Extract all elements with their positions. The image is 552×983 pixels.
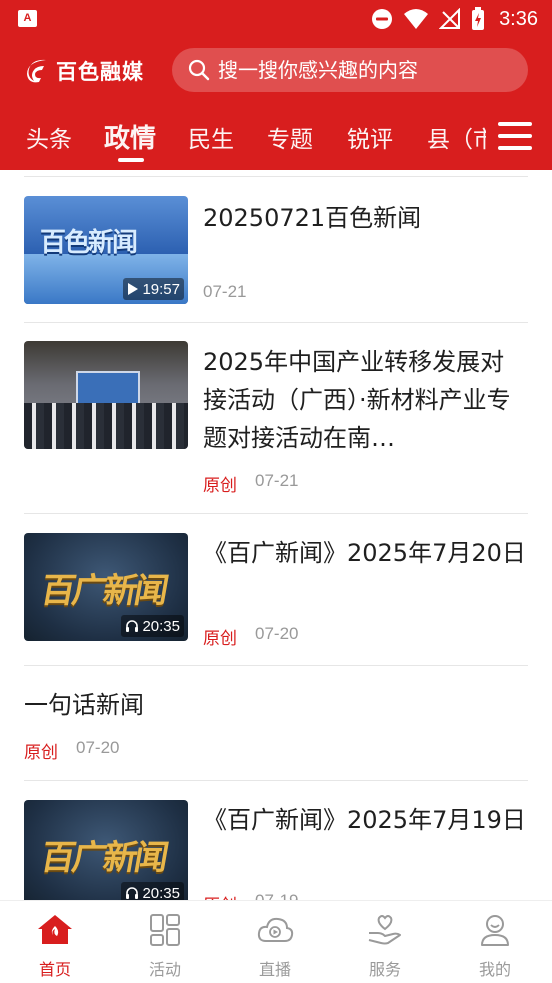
news-item[interactable]: 百广新闻 20:35 《百广新闻》2025年7月19日 原创 07-19 (0, 781, 552, 900)
video-duration: 19:57 (123, 278, 184, 300)
news-title[interactable]: 2025年中国产业转移发展对接活动（广西）·新材料产业专题对接活动在南… (203, 343, 528, 457)
nav-label: 活动 (148, 960, 181, 979)
headphones-icon (126, 620, 139, 632)
news-item[interactable]: 2025年中国产业转移发展对接活动（广西）·新材料产业专题对接活动在南… 原创 … (0, 323, 552, 514)
search-input[interactable] (218, 58, 518, 82)
news-title[interactable]: 20250721百色新闻 (203, 199, 528, 237)
home-icon (38, 915, 72, 944)
duration-text: 20:35 (142, 884, 180, 901)
channel-menu-button[interactable] (498, 122, 532, 150)
news-item[interactable]: 百色新闻 19:57 20250721百色新闻 07-21 (0, 177, 552, 323)
nav-services[interactable]: 服务 (330, 901, 440, 983)
news-thumbnail: 百色新闻 19:57 (24, 196, 188, 304)
news-feed: 百色新闻 19:57 20250721百色新闻 07-21 2025年中国产业转… (0, 170, 552, 900)
search-icon (188, 59, 210, 81)
no-signal-icon (439, 8, 461, 29)
news-title[interactable]: 《百广新闻》2025年7月19日 (203, 801, 528, 839)
tab-politics[interactable]: 政情 (104, 118, 156, 155)
news-thumbnail (24, 341, 188, 449)
heart-hand-icon (368, 915, 401, 945)
news-meta: 07-21 (203, 282, 246, 302)
live-cloud-icon (257, 917, 294, 942)
nav-label: 首页 (38, 960, 71, 979)
channel-list: 头条 政情 民生 专题 锐评 县（市 (0, 108, 486, 164)
notification-app-icon: A (18, 10, 37, 27)
original-tag: 原创 (24, 743, 58, 763)
news-meta: 原创 07-21 (203, 471, 298, 496)
original-tag: 原创 (203, 476, 237, 496)
news-date: 07-20 (255, 624, 299, 643)
do-not-disturb-icon (372, 9, 393, 29)
nav-home[interactable]: 首页 (0, 901, 110, 983)
news-thumbnail: 百广新闻 20:35 (24, 533, 188, 641)
battery-charging-icon (472, 7, 485, 30)
brand-name: 百色融媒 (56, 60, 144, 84)
duration-text: 20:35 (142, 617, 180, 635)
tab-topics[interactable]: 专题 (267, 120, 313, 154)
user-icon (481, 915, 509, 946)
active-tab-indicator (118, 158, 144, 162)
news-title[interactable]: 《百广新闻》2025年7月20日 (203, 534, 528, 572)
original-tag: 原创 (203, 891, 237, 900)
nav-label: 服务 (368, 960, 401, 979)
original-tag: 原创 (203, 629, 237, 649)
audio-duration: 20:35 (121, 615, 184, 637)
status-bar: A 3:36 (0, 0, 552, 38)
nav-label: 我的 (478, 960, 511, 979)
thumbnail-title: 百色新闻 (40, 228, 138, 258)
nav-profile[interactable]: 我的 (440, 901, 550, 983)
tab-livelihood[interactable]: 民生 (188, 120, 234, 154)
nav-live[interactable]: 直播 (220, 901, 330, 983)
news-meta: 原创 07-19 (203, 891, 298, 900)
news-date: 07-21 (203, 282, 247, 301)
news-date: 07-19 (255, 891, 298, 900)
play-icon (128, 283, 139, 295)
bottom-navigation: 首页 活动 直播 服务 我的 (0, 900, 552, 983)
news-meta: 原创 07-20 (203, 624, 298, 649)
news-meta: 原创 07-20 (24, 738, 119, 763)
thumbnail-title: 百广新闻 (37, 838, 169, 878)
audio-duration: 20:35 (121, 882, 184, 900)
news-item[interactable]: 一句话新闻 原创 07-20 (0, 666, 552, 781)
nav-activities[interactable]: 活动 (110, 901, 220, 983)
news-title[interactable]: 一句话新闻 (24, 686, 528, 724)
headphones-icon (126, 887, 139, 899)
tab-counties[interactable]: 县（市 (427, 120, 486, 154)
tab-headlines[interactable]: 头条 (26, 120, 72, 154)
brand-logo: 百色融媒 (24, 55, 144, 87)
status-icons: 3:36 (371, 6, 538, 32)
logo-icon (27, 59, 46, 83)
search-bar[interactable] (172, 48, 528, 92)
news-date: 07-20 (76, 738, 120, 757)
nav-label: 直播 (258, 960, 291, 979)
news-date: 07-21 (255, 471, 299, 490)
news-thumbnail: 百广新闻 20:35 (24, 800, 188, 900)
tab-commentary[interactable]: 锐评 (347, 120, 393, 154)
wifi-icon (404, 9, 429, 29)
channel-tabs: 头条 政情 民生 专题 锐评 县（市 (0, 108, 552, 164)
clock: 3:36 (499, 7, 538, 30)
app-header: A 3:36 百色融媒 头条 政情 民生 专题 锐评 县（市 (0, 0, 552, 170)
thumbnail-title: 百广新闻 (37, 571, 169, 611)
grid-icon (150, 914, 180, 946)
duration-text: 19:57 (142, 280, 180, 298)
news-item[interactable]: 百广新闻 20:35 《百广新闻》2025年7月20日 原创 07-20 (0, 514, 552, 666)
